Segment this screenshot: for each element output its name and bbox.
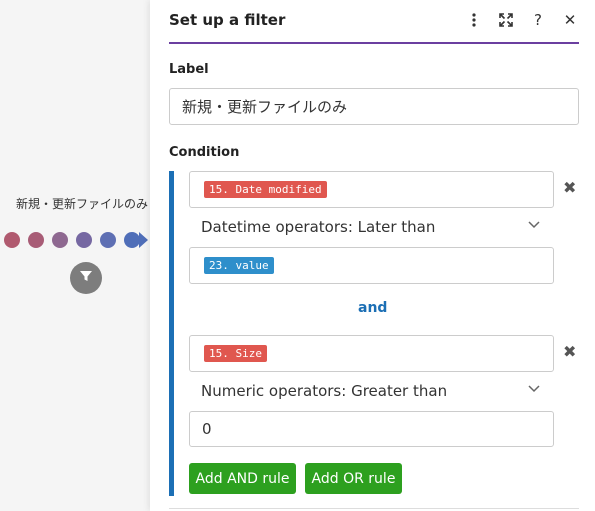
rule1-operator-select[interactable]: Datetime operators: Later than: [201, 216, 546, 238]
add-and-rule-button[interactable]: Add AND rule: [189, 463, 296, 494]
help-icon[interactable]: ?: [529, 11, 547, 29]
rule2-operator-select[interactable]: Numeric operators: Greater than: [201, 380, 546, 402]
rule1-field-input[interactable]: 15. Date modified: [189, 171, 554, 208]
operator-label: Numeric operators: Greater than: [201, 382, 448, 400]
field-pill[interactable]: 15. Size: [204, 345, 267, 362]
operator-label: Datetime operators: Later than: [201, 218, 436, 236]
condition-group-bar: [169, 171, 174, 496]
value-pill[interactable]: 23. value: [204, 257, 274, 274]
scenario-canvas: 新規・更新ファイルのみ: [0, 0, 150, 511]
remove-rule2-icon[interactable]: ✖: [563, 342, 576, 361]
rule2-value-input[interactable]: 0: [189, 411, 554, 447]
route-dot[interactable]: [28, 232, 44, 248]
route-dot[interactable]: [52, 232, 68, 248]
and-connector: and: [358, 300, 388, 316]
route-dot[interactable]: [4, 232, 20, 248]
route-dots[interactable]: [4, 232, 140, 248]
funnel-icon: [78, 268, 94, 288]
route-dot[interactable]: [100, 232, 116, 248]
label-heading: Label: [169, 62, 209, 77]
header-actions: ? ✕: [465, 11, 579, 29]
route-dot[interactable]: [76, 232, 92, 248]
divider: [169, 508, 579, 509]
rule1-value-input[interactable]: 23. value: [189, 247, 554, 284]
panel-header: Set up a filter ? ✕: [169, 0, 579, 44]
chevron-down-icon[interactable]: [528, 218, 540, 232]
close-icon[interactable]: ✕: [561, 11, 579, 29]
label-input[interactable]: 新規・更新ファイルのみ: [169, 88, 579, 125]
route-arrow-icon: [139, 232, 148, 248]
expand-icon[interactable]: [497, 11, 515, 29]
filter-node[interactable]: [70, 262, 102, 294]
condition-heading: Condition: [169, 145, 240, 160]
chevron-down-icon[interactable]: [528, 382, 540, 396]
remove-rule1-icon[interactable]: ✖: [563, 178, 576, 197]
add-or-rule-button[interactable]: Add OR rule: [305, 463, 402, 494]
route-label[interactable]: 新規・更新ファイルのみ: [16, 195, 148, 212]
more-vertical-icon[interactable]: [465, 11, 483, 29]
field-pill[interactable]: 15. Date modified: [204, 181, 327, 198]
panel-title: Set up a filter: [169, 11, 286, 29]
rule2-field-input[interactable]: 15. Size: [189, 335, 554, 372]
route-dot[interactable]: [124, 232, 140, 248]
